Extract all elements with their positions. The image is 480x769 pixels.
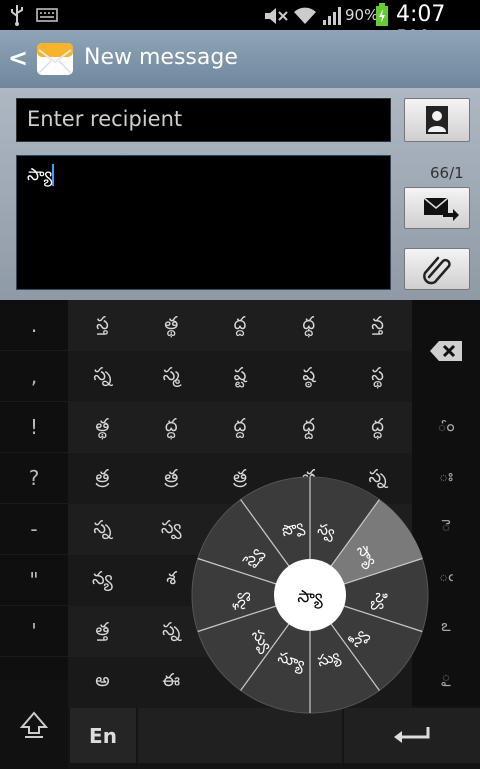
char-key[interactable]: ద్ద <box>206 300 275 351</box>
char-key[interactable]: ధ్ధ <box>274 300 343 351</box>
char-key[interactable]: ష్ట <box>206 351 275 402</box>
wheel-option[interactable]: స్వి <box>370 592 390 609</box>
char-key[interactable]: ద్ధ <box>343 402 412 453</box>
battery-percent: 90% <box>345 6 379 24</box>
keyboard-icon <box>36 8 58 22</box>
char-key[interactable]: స్త <box>68 300 137 351</box>
key-apostrophe[interactable]: ' <box>0 606 68 657</box>
vowel-sign-key[interactable]: ౕం <box>412 402 480 452</box>
send-button[interactable] <box>404 187 470 229</box>
contact-icon <box>426 106 448 134</box>
battery-charging-icon <box>376 3 388 26</box>
recipient-input[interactable]: Enter recipient <box>16 98 391 142</box>
enter-icon <box>394 726 430 743</box>
title-bar: < New message <box>0 30 480 88</box>
char-key[interactable]: అ <box>68 657 137 708</box>
char-key[interactable]: న్య <box>68 555 137 606</box>
backspace-icon <box>430 341 462 361</box>
mute-icon <box>265 8 288 24</box>
char-key[interactable]: ద్ధ <box>137 402 206 453</box>
grid-row: స్త త్థ ద్ద ధ్ధ న్త <box>68 300 412 351</box>
char-key[interactable]: స్న <box>68 504 137 555</box>
attach-button[interactable] <box>404 248 470 290</box>
language-key[interactable]: En <box>70 708 136 763</box>
back-chevron-icon[interactable]: < <box>8 44 28 72</box>
key-comma[interactable]: , <box>0 351 68 402</box>
message-input[interactable]: స్యా <box>16 155 391 290</box>
punctuation-column: . , ! ? - " ' <box>0 300 68 680</box>
char-key[interactable]: ద్ద <box>206 402 275 453</box>
grid-row: స్న స్మ ష్ట ష్ఠ స్థ <box>68 351 412 402</box>
key-quote[interactable]: " <box>0 555 68 606</box>
message-text: స్యా <box>27 165 53 185</box>
messaging-app-icon[interactable] <box>36 40 74 78</box>
contacts-button[interactable] <box>404 98 470 142</box>
paperclip-icon <box>423 256 451 285</box>
key-question[interactable]: ? <box>0 453 68 504</box>
shift-key[interactable] <box>0 680 68 769</box>
wheel-option[interactable]: స్వే <box>231 592 251 610</box>
char-key[interactable]: న్త <box>343 300 412 351</box>
suggestion-wheel: స్వ స్యా స్వి స్వీ స్యు స్యూ స్వు స్వే స… <box>191 476 429 714</box>
space-key[interactable] <box>138 708 342 763</box>
char-key[interactable]: త్ర <box>68 453 137 504</box>
char-key[interactable]: స్న <box>68 351 137 402</box>
grid-row: త్థ ద్ధ ద్ద ధ్ద ద్ధ <box>68 402 412 453</box>
send-message-icon <box>423 197 459 221</box>
text-caret <box>52 164 55 186</box>
char-key[interactable]: త్త <box>68 606 137 657</box>
char-key[interactable]: త్థ <box>68 402 137 453</box>
page-title: New message <box>84 45 238 70</box>
character-counter: 66/1 <box>430 164 464 182</box>
compose-area: Enter recipient స్యా 66/1 <box>0 88 480 300</box>
char-key[interactable]: ష్ఠ <box>274 351 343 402</box>
key-hyphen[interactable]: - <box>0 504 68 555</box>
signal-icon <box>323 7 341 25</box>
char-key[interactable]: త్థ <box>137 300 206 351</box>
wifi-icon <box>294 7 316 24</box>
char-key[interactable]: స్మ <box>137 351 206 402</box>
key-period[interactable]: . <box>0 300 68 351</box>
usb-icon <box>11 5 23 26</box>
key-exclamation[interactable]: ! <box>0 402 68 453</box>
enter-key[interactable] <box>344 708 480 763</box>
wheel-center-option[interactable]: స్యా <box>297 587 323 609</box>
char-key[interactable]: ధ్ద <box>274 402 343 453</box>
shift-icon <box>19 710 49 738</box>
status-bar: 90% 4:07 PM <box>0 0 480 52</box>
backspace-key[interactable] <box>412 300 480 402</box>
char-key[interactable]: స్థ <box>343 351 412 402</box>
